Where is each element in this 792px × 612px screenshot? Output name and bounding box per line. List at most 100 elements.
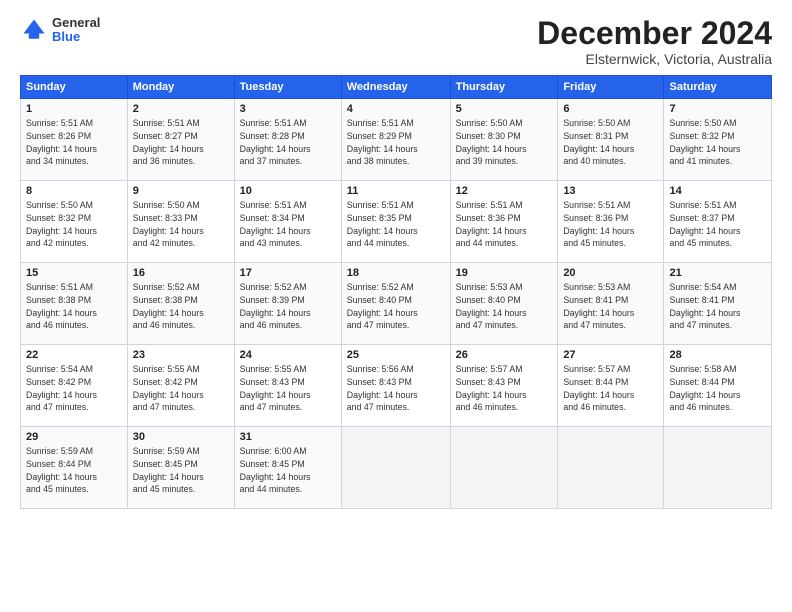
day-number: 28 [669,349,766,361]
day-info: Sunrise: 6:00 AM Sunset: 8:45 PM Dayligh… [240,445,336,496]
logo-text: General Blue [52,16,100,45]
day-number: 13 [563,185,658,197]
calendar-cell: 3 Sunrise: 5:51 AM Sunset: 8:28 PM Daylig… [234,99,341,181]
day-info: Sunrise: 5:51 AM Sunset: 8:38 PM Dayligh… [26,281,122,332]
day-info: Sunrise: 5:51 AM Sunset: 8:26 PM Dayligh… [26,117,122,168]
day-info: Sunrise: 5:51 AM Sunset: 8:36 PM Dayligh… [563,199,658,250]
day-info: Sunrise: 5:51 AM Sunset: 8:37 PM Dayligh… [669,199,766,250]
calendar-cell: 7 Sunrise: 5:50 AM Sunset: 8:32 PM Daylig… [664,99,772,181]
calendar-cell: 25Sunrise: 5:56 AM Sunset: 8:43 PM Dayli… [341,345,450,427]
day-number: 6 [563,103,658,115]
day-info: Sunrise: 5:50 AM Sunset: 8:33 PM Dayligh… [133,199,229,250]
location-subtitle: Elsternwick, Victoria, Australia [537,51,772,67]
calendar-week-4: 22 Sunrise: 5:54 AM Sunset: 8:42 PM Dayli… [21,345,772,427]
col-thursday: Thursday [450,76,558,99]
day-number: 19 [456,267,553,279]
day-number: 12 [456,185,553,197]
day-number: 22 [26,349,122,361]
day-number: 20 [563,267,658,279]
calendar-cell: 9 Sunrise: 5:50 AM Sunset: 8:33 PM Daylig… [127,181,234,263]
calendar-cell: 22 Sunrise: 5:54 AM Sunset: 8:42 PM Dayli… [21,345,128,427]
calendar-cell: 28 Sunrise: 5:58 AM Sunset: 8:44 PM Dayli… [664,345,772,427]
col-sunday: Sunday [21,76,128,99]
day-info: Sunrise: 5:51 AM Sunset: 8:34 PM Dayligh… [240,199,336,250]
day-number: 30 [133,431,229,443]
calendar-cell [450,427,558,509]
calendar-cell [341,427,450,509]
day-info: Sunrise: 5:59 AM Sunset: 8:44 PM Dayligh… [26,445,122,496]
day-info: Sunrise: 5:51 AM Sunset: 8:29 PM Dayligh… [347,117,445,168]
day-number: 4 [347,103,445,115]
day-info: Sunrise: 5:51 AM Sunset: 8:36 PM Dayligh… [456,199,553,250]
day-number: 27 [563,349,658,361]
day-number: 5 [456,103,553,115]
title-block: December 2024 Elsternwick, Victoria, Aus… [537,16,772,67]
day-number: 9 [133,185,229,197]
calendar-cell: 10Sunrise: 5:51 AM Sunset: 8:34 PM Dayli… [234,181,341,263]
calendar-cell: 17Sunrise: 5:52 AM Sunset: 8:39 PM Dayli… [234,263,341,345]
day-number: 3 [240,103,336,115]
day-info: Sunrise: 5:52 AM Sunset: 8:38 PM Dayligh… [133,281,229,332]
calendar-cell: 19 Sunrise: 5:53 AM Sunset: 8:40 PM Dayli… [450,263,558,345]
day-info: Sunrise: 5:52 AM Sunset: 8:40 PM Dayligh… [347,281,445,332]
day-info: Sunrise: 5:53 AM Sunset: 8:40 PM Dayligh… [456,281,553,332]
day-number: 15 [26,267,122,279]
calendar-cell: 21 Sunrise: 5:54 AM Sunset: 8:41 PM Dayli… [664,263,772,345]
calendar-cell: 2 Sunrise: 5:51 AM Sunset: 8:27 PM Daylig… [127,99,234,181]
calendar-table: Sunday Monday Tuesday Wednesday Thursday… [20,75,772,509]
day-number: 23 [133,349,229,361]
calendar-cell: 13 Sunrise: 5:51 AM Sunset: 8:36 PM Dayli… [558,181,664,263]
day-info: Sunrise: 5:57 AM Sunset: 8:44 PM Dayligh… [563,363,658,414]
calendar-cell: 12 Sunrise: 5:51 AM Sunset: 8:36 PM Dayli… [450,181,558,263]
col-friday: Friday [558,76,664,99]
col-tuesday: Tuesday [234,76,341,99]
day-info: Sunrise: 5:52 AM Sunset: 8:39 PM Dayligh… [240,281,336,332]
day-info: Sunrise: 5:50 AM Sunset: 8:31 PM Dayligh… [563,117,658,168]
day-number: 7 [669,103,766,115]
day-number: 29 [26,431,122,443]
header: General Blue December 2024 Elsternwick, … [20,16,772,67]
day-number: 8 [26,185,122,197]
logo-blue: Blue [52,29,80,44]
day-info: Sunrise: 5:55 AM Sunset: 8:43 PM Dayligh… [240,363,336,414]
day-info: Sunrise: 5:50 AM Sunset: 8:32 PM Dayligh… [669,117,766,168]
day-info: Sunrise: 5:51 AM Sunset: 8:27 PM Dayligh… [133,117,229,168]
calendar-cell: 27 Sunrise: 5:57 AM Sunset: 8:44 PM Dayli… [558,345,664,427]
day-info: Sunrise: 5:54 AM Sunset: 8:41 PM Dayligh… [669,281,766,332]
calendar-cell: 11Sunrise: 5:51 AM Sunset: 8:35 PM Dayli… [341,181,450,263]
day-number: 21 [669,267,766,279]
day-info: Sunrise: 5:51 AM Sunset: 8:28 PM Dayligh… [240,117,336,168]
day-info: Sunrise: 5:54 AM Sunset: 8:42 PM Dayligh… [26,363,122,414]
col-monday: Monday [127,76,234,99]
calendar-cell: 26Sunrise: 5:57 AM Sunset: 8:43 PM Dayli… [450,345,558,427]
day-number: 31 [240,431,336,443]
day-info: Sunrise: 5:59 AM Sunset: 8:45 PM Dayligh… [133,445,229,496]
calendar-cell: 5Sunrise: 5:50 AM Sunset: 8:30 PM Daylig… [450,99,558,181]
calendar-cell: 1Sunrise: 5:51 AM Sunset: 8:26 PM Daylig… [21,99,128,181]
calendar-cell: 31 Sunrise: 6:00 AM Sunset: 8:45 PM Dayli… [234,427,341,509]
day-info: Sunrise: 5:50 AM Sunset: 8:32 PM Dayligh… [26,199,122,250]
logo: General Blue [20,16,100,45]
calendar-week-1: 1Sunrise: 5:51 AM Sunset: 8:26 PM Daylig… [21,99,772,181]
day-info: Sunrise: 5:53 AM Sunset: 8:41 PM Dayligh… [563,281,658,332]
calendar-body: 1Sunrise: 5:51 AM Sunset: 8:26 PM Daylig… [21,99,772,509]
calendar-cell: 16Sunrise: 5:52 AM Sunset: 8:38 PM Dayli… [127,263,234,345]
day-number: 24 [240,349,336,361]
calendar-cell: 6 Sunrise: 5:50 AM Sunset: 8:31 PM Daylig… [558,99,664,181]
calendar-cell: 30 Sunrise: 5:59 AM Sunset: 8:45 PM Dayli… [127,427,234,509]
calendar-cell: 18 Sunrise: 5:52 AM Sunset: 8:40 PM Dayli… [341,263,450,345]
calendar-cell [558,427,664,509]
calendar-cell [664,427,772,509]
calendar-cell: 29 Sunrise: 5:59 AM Sunset: 8:44 PM Dayli… [21,427,128,509]
calendar-cell: 14 Sunrise: 5:51 AM Sunset: 8:37 PM Dayli… [664,181,772,263]
day-info: Sunrise: 5:58 AM Sunset: 8:44 PM Dayligh… [669,363,766,414]
col-wednesday: Wednesday [341,76,450,99]
calendar-week-2: 8 Sunrise: 5:50 AM Sunset: 8:32 PM Daylig… [21,181,772,263]
day-number: 2 [133,103,229,115]
day-number: 14 [669,185,766,197]
col-saturday: Saturday [664,76,772,99]
page: General Blue December 2024 Elsternwick, … [0,0,792,612]
day-info: Sunrise: 5:51 AM Sunset: 8:35 PM Dayligh… [347,199,445,250]
day-info: Sunrise: 5:56 AM Sunset: 8:43 PM Dayligh… [347,363,445,414]
day-number: 18 [347,267,445,279]
